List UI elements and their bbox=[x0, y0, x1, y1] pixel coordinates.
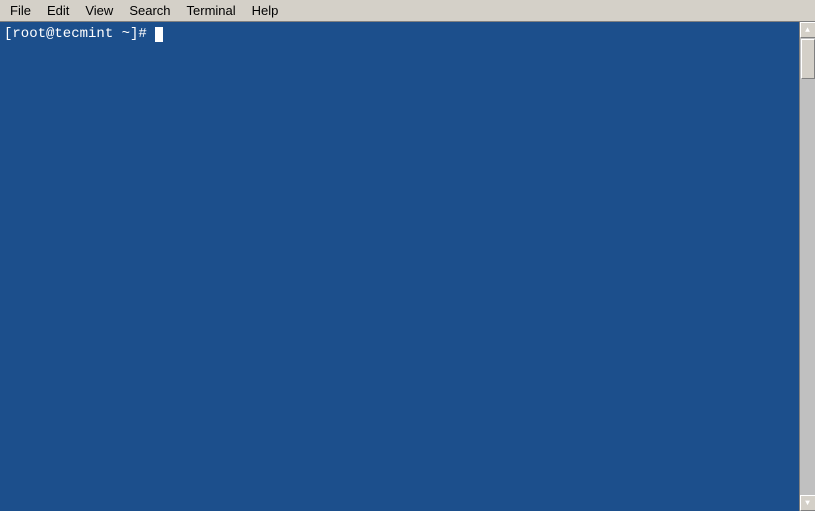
prompt-line: [root@tecmint ~]# bbox=[4, 26, 811, 42]
prompt-text: [root@tecmint ~]# bbox=[4, 26, 155, 42]
menu-view[interactable]: View bbox=[77, 0, 121, 21]
scrollbar-down-button[interactable]: ▼ bbox=[800, 495, 815, 511]
menu-file[interactable]: File bbox=[2, 0, 39, 21]
terminal-content: [root@tecmint ~]# bbox=[4, 26, 811, 507]
menu-help[interactable]: Help bbox=[244, 0, 287, 21]
menu-edit[interactable]: Edit bbox=[39, 0, 77, 21]
terminal-cursor bbox=[155, 27, 163, 42]
menu-terminal[interactable]: Terminal bbox=[179, 0, 244, 21]
terminal-window[interactable]: [root@tecmint ~]# ▲ ▼ bbox=[0, 22, 815, 511]
menu-search[interactable]: Search bbox=[121, 0, 178, 21]
scrollbar[interactable]: ▲ ▼ bbox=[799, 22, 815, 511]
scrollbar-thumb[interactable] bbox=[801, 39, 815, 79]
scrollbar-up-button[interactable]: ▲ bbox=[800, 22, 815, 38]
menubar: File Edit View Search Terminal Help bbox=[0, 0, 815, 22]
